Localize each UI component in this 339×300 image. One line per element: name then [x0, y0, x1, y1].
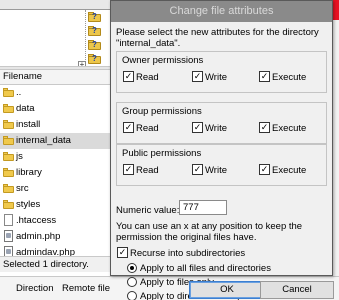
column-header-direction[interactable]: Direction [16, 283, 54, 294]
file-name: internal_data [16, 135, 71, 146]
owner-read-checkbox[interactable]: ✓ Read [123, 71, 159, 86]
recurse-subdirectories-checkbox[interactable]: ✓ Recurse into subdirectories [117, 247, 246, 262]
file-list-row[interactable]: .. [0, 85, 110, 101]
public-permissions-group: Public permissions ✓ Read ✓ Write ✓ Execute [116, 144, 327, 186]
checkbox-check-icon: ✓ [123, 164, 134, 175]
checkbox-check-icon: ✓ [192, 122, 203, 133]
file-name: styles [16, 199, 41, 210]
cancel-button[interactable]: Cancel [260, 281, 334, 299]
checkbox-label: Read [136, 123, 159, 134]
group-execute-checkbox[interactable]: ✓ Execute [259, 122, 307, 137]
file-list-row[interactable]: data [0, 101, 110, 117]
radio-selected-icon [127, 262, 137, 273]
checkbox-label: Read [136, 165, 159, 176]
checkbox-label: Execute [272, 123, 307, 134]
status-text: Selected 1 directory. [3, 259, 89, 270]
unknown-folder-icon[interactable]: ? [88, 12, 101, 22]
unknown-folder-icon[interactable]: ? [88, 40, 101, 50]
group-write-checkbox[interactable]: ✓ Write [192, 122, 227, 137]
apply-all-radio[interactable]: Apply to all files and directories [127, 262, 271, 276]
remote-file-list[interactable]: .. data install internal_datajs library src st… [0, 85, 110, 261]
tab-strip[interactable] [0, 0, 110, 10]
ok-button[interactable]: OK [189, 281, 265, 299]
folder-icon [3, 136, 14, 145]
tree-connector-line [85, 10, 86, 66]
radio-unselected-icon [127, 276, 137, 287]
public-read-checkbox[interactable]: ✓ Read [123, 164, 159, 179]
folder-icon [3, 104, 14, 113]
unknown-folder-icon[interactable]: ? [88, 26, 101, 36]
group-label: Public permissions [122, 148, 202, 159]
checkbox-check-icon: ✓ [123, 122, 134, 133]
checkbox-label: Write [205, 123, 227, 134]
group-label: Owner permissions [122, 55, 204, 66]
folder-icon [3, 200, 14, 209]
group-read-checkbox[interactable]: ✓ Read [123, 122, 159, 137]
file-list-row[interactable]: library [0, 165, 110, 181]
file-list-row[interactable]: js [0, 149, 110, 165]
checkbox-label: Execute [272, 72, 307, 83]
folder-icon [3, 88, 14, 97]
checkbox-label: Recurse into subdirectories [130, 248, 246, 259]
unknown-folder-icon[interactable]: ? [88, 54, 101, 64]
file-list-row[interactable]: src [0, 181, 110, 197]
permission-hint-text: You can use an x at any position to keep… [116, 221, 303, 243]
checkbox-label: Read [136, 72, 159, 83]
checkbox-label: Write [205, 165, 227, 176]
numeric-value-label: Numeric value: [116, 205, 180, 216]
file-name: .. [16, 87, 22, 98]
status-bar: Selected 1 directory. [0, 256, 110, 272]
file-list-row[interactable]: admin.php [0, 229, 110, 245]
file-name: library [16, 167, 42, 178]
checkbox-check-icon: ✓ [192, 71, 203, 82]
column-header-remote-file[interactable]: Remote file [62, 283, 110, 294]
file-list-row[interactable]: install [0, 117, 110, 133]
checkbox-check-icon: ✓ [259, 164, 270, 175]
file-name: data [16, 103, 35, 114]
background-window-edge [333, 0, 339, 276]
checkbox-check-icon: ✓ [123, 71, 134, 82]
checkbox-check-icon: ✓ [192, 164, 203, 175]
php-file-icon [3, 230, 14, 242]
file-name: admin.php [16, 231, 61, 242]
file-name: install [16, 119, 41, 130]
dialog-intro-text: Please select the new attributes for the… [116, 27, 319, 49]
remote-directory-tree[interactable]: ? ? ? ? + [0, 10, 110, 69]
change-file-attributes-dialog: Change file attributes Please select the… [110, 0, 333, 300]
column-header-filename[interactable]: Filename [0, 70, 110, 85]
checkbox-check-icon: ✓ [117, 247, 128, 258]
file-list-row[interactable]: styles [0, 197, 110, 213]
dialog-title: Change file attributes [111, 1, 332, 22]
public-write-checkbox[interactable]: ✓ Write [192, 164, 227, 179]
owner-write-checkbox[interactable]: ✓ Write [192, 71, 227, 86]
numeric-value-input[interactable] [179, 200, 227, 215]
group-label: Group permissions [122, 106, 202, 117]
public-execute-checkbox[interactable]: ✓ Execute [259, 164, 307, 179]
checkbox-check-icon: ✓ [259, 122, 270, 133]
file-list-row[interactable]: internal_data [0, 133, 110, 149]
checkbox-label: Write [205, 72, 227, 83]
folder-icon [3, 168, 14, 177]
checkbox-check-icon: ✓ [259, 71, 270, 82]
owner-permissions-group: Owner permissions ✓ Read ✓ Write ✓ Execute [116, 51, 327, 93]
file-name: js [16, 151, 23, 162]
owner-execute-checkbox[interactable]: ✓ Execute [259, 71, 307, 86]
group-permissions-group: Group permissions ✓ Read ✓ Write ✓ Execute [116, 102, 327, 144]
folder-icon [3, 120, 14, 129]
radio-unselected-icon [127, 290, 137, 300]
file-icon [3, 214, 14, 226]
file-name: .htaccess [16, 215, 57, 226]
folder-icon [3, 184, 14, 193]
checkbox-label: Execute [272, 165, 307, 176]
radio-label: Apply to all files and directories [140, 263, 271, 274]
folder-icon [3, 152, 14, 161]
file-name: src [16, 183, 29, 194]
file-list-row[interactable]: .htaccess [0, 213, 110, 229]
